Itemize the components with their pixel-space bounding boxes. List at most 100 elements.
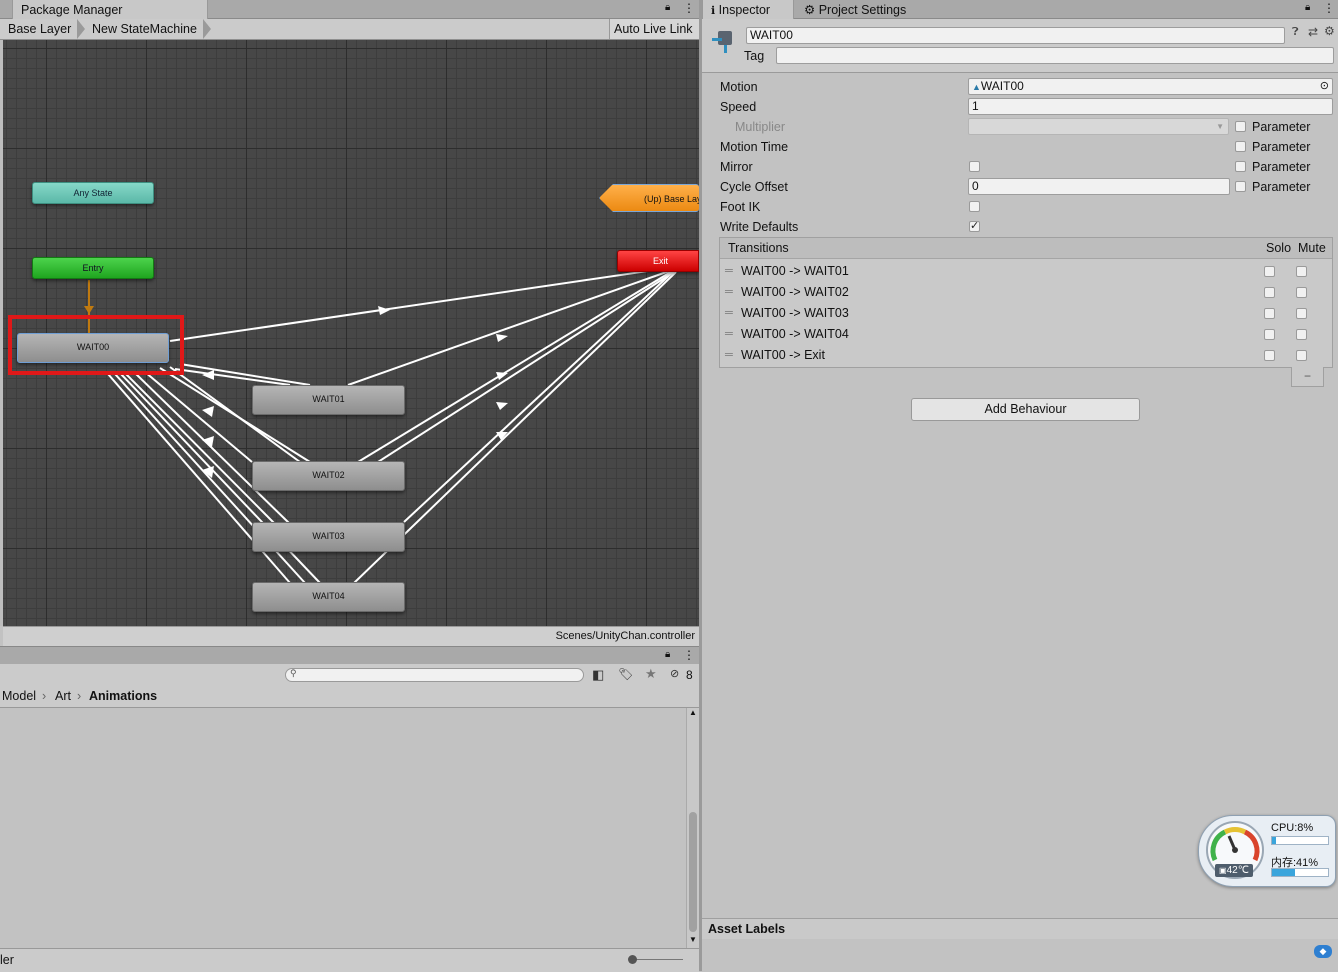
transition-row[interactable]: ═ WAIT00 -> Exit: [720, 345, 1332, 365]
speed-field[interactable]: 1: [968, 98, 1333, 115]
drag-handle-icon[interactable]: ═: [725, 261, 733, 281]
inspector-header: WAIT00 ❓︎ ⇄ ⚙ Tag: [702, 19, 1338, 73]
hidden-count: 8: [686, 668, 693, 682]
zoom-slider[interactable]: [630, 959, 683, 960]
more-menu-icon[interactable]: ⋮: [1323, 1, 1335, 15]
tag-label: Tag: [744, 49, 765, 63]
help-icon[interactable]: ❓︎: [1292, 26, 1299, 39]
line-wait03-exit: [403, 269, 676, 523]
search-input[interactable]: ⚲: [285, 668, 584, 682]
line-wait01-exit: [347, 269, 673, 386]
motion-time-parameter-checkbox[interactable]: [1235, 141, 1246, 152]
mute-checkbox[interactable]: [1296, 287, 1307, 298]
solo-checkbox[interactable]: [1264, 287, 1275, 298]
path-animations[interactable]: Animations: [89, 686, 157, 706]
mute-checkbox[interactable]: [1296, 350, 1307, 361]
drag-handle-icon[interactable]: ═: [725, 324, 733, 344]
mirror-label: Mirror: [720, 160, 753, 174]
mute-checkbox[interactable]: [1296, 266, 1307, 277]
tag-field[interactable]: [776, 47, 1334, 64]
solo-checkbox[interactable]: [1264, 350, 1275, 361]
node-exit[interactable]: Exit: [617, 250, 699, 272]
animation-clip-icon: ▲: [972, 82, 981, 92]
mirror-checkbox[interactable]: [969, 161, 980, 172]
transition-label: WAIT00 -> WAIT02: [741, 285, 849, 299]
hidden-packages-icon[interactable]: ⊘: [670, 667, 679, 680]
drag-handle-icon[interactable]: ═: [725, 282, 733, 302]
motion-field[interactable]: ▲WAIT00 ⊙: [968, 78, 1333, 95]
label-tag-icon[interactable]: ◆: [1314, 945, 1332, 958]
footer-label: ler: [0, 953, 14, 967]
node-any-state[interactable]: Any State: [32, 182, 154, 204]
cycle-offset-field[interactable]: 0: [968, 178, 1230, 195]
mirror-parameter-label: Parameter: [1252, 160, 1311, 174]
zoom-slider-handle[interactable]: [628, 955, 637, 964]
transitions-header-label: Transitions: [728, 241, 789, 255]
foot-ik-checkbox[interactable]: [969, 201, 980, 212]
project-file-area[interactable]: [0, 708, 686, 948]
settings-gear-icon[interactable]: ⚙: [1324, 24, 1335, 38]
lock-icon[interactable]: 🔒︎: [1305, 2, 1310, 13]
multiplier-parameter-checkbox[interactable]: [1235, 121, 1246, 132]
system-monitor-widget[interactable]: ▣42℃ CPU:8% 内存:41%: [1198, 815, 1336, 887]
write-defaults-label: Write Defaults: [720, 220, 799, 234]
node-up-base-layer[interactable]: (Up) Base Lay: [599, 184, 699, 212]
solo-checkbox[interactable]: [1264, 308, 1275, 319]
asset-labels-label: Asset Labels: [708, 922, 786, 936]
path-separator: ›: [42, 689, 47, 703]
favorites-star-icon[interactable]: ★: [645, 666, 657, 682]
monitor-icon: ▣: [1219, 866, 1227, 875]
transition-label: WAIT00 -> WAIT01: [741, 264, 849, 278]
tab-project-settings[interactable]: ⚙ Project Settings: [796, 0, 926, 19]
mute-checkbox[interactable]: [1296, 308, 1307, 319]
asset-labels-bar[interactable]: Asset Labels: [702, 918, 1338, 940]
mute-checkbox[interactable]: [1296, 329, 1307, 340]
node-wait01[interactable]: WAIT01: [252, 385, 405, 415]
transition-row[interactable]: ═ WAIT00 -> WAIT03: [720, 303, 1332, 323]
state-name-field[interactable]: WAIT00: [746, 27, 1285, 44]
line-wait02-exit: [357, 269, 675, 463]
remove-transition-button[interactable]: −: [1291, 367, 1324, 387]
graph-status-bar: Scenes/UnityChan.controller: [3, 626, 699, 646]
drag-handle-icon[interactable]: ═: [725, 303, 733, 323]
filter-by-label-icon[interactable]: 🏷︎: [618, 667, 633, 681]
solo-checkbox[interactable]: [1264, 266, 1275, 277]
object-picker-icon[interactable]: ⊙: [1320, 79, 1329, 94]
gear-icon: ⚙: [804, 3, 816, 17]
node-wait02[interactable]: WAIT02: [252, 461, 405, 491]
node-wait04[interactable]: WAIT04: [252, 582, 405, 612]
mirror-parameter-checkbox[interactable]: [1235, 161, 1246, 172]
path-model[interactable]: Model: [2, 686, 36, 706]
path-art[interactable]: Art: [55, 686, 71, 706]
transition-row[interactable]: ═ WAIT00 -> WAIT01: [720, 261, 1332, 281]
panel-divider[interactable]: [699, 0, 702, 971]
transition-row[interactable]: ═ WAIT00 -> WAIT04: [720, 324, 1332, 344]
multiplier-parameter-label: Parameter: [1252, 120, 1311, 134]
node-wait03[interactable]: WAIT03: [252, 522, 405, 552]
solo-checkbox[interactable]: [1264, 329, 1275, 340]
temperature-value: 42℃: [1226, 865, 1249, 876]
mute-header-label: Mute: [1298, 241, 1326, 255]
tab-project-settings-label: Project Settings: [818, 3, 907, 17]
line-wait00-exit: [169, 266, 676, 342]
memory-bar: [1271, 868, 1329, 877]
presets-icon[interactable]: ⇄: [1308, 25, 1318, 39]
transition-label: WAIT00 -> Exit: [741, 348, 825, 362]
drag-handle-icon[interactable]: ═: [725, 345, 733, 365]
add-behaviour-button[interactable]: Add Behaviour: [911, 398, 1140, 421]
project-path-bar: Model › Art › Animations: [0, 686, 699, 708]
scroll-up-icon[interactable]: ▲: [689, 708, 697, 717]
write-defaults-checkbox[interactable]: [969, 219, 980, 232]
node-entry[interactable]: Entry: [32, 257, 154, 279]
lock-icon[interactable]: 🔒︎: [665, 649, 670, 660]
transition-row[interactable]: ═ WAIT00 -> WAIT02: [720, 282, 1332, 302]
tab-inspector[interactable]: ℹ︎ Inspector: [702, 0, 794, 19]
filter-by-type-icon[interactable]: ◧: [592, 667, 604, 683]
temperature-badge: ▣42℃: [1215, 864, 1253, 877]
scroll-down-icon[interactable]: ▼: [689, 935, 697, 944]
project-scrollbar[interactable]: ▲ ▼: [686, 708, 700, 948]
info-icon: ℹ︎: [711, 5, 716, 17]
more-menu-icon[interactable]: ⋮: [683, 648, 695, 662]
cycle-offset-parameter-checkbox[interactable]: [1235, 181, 1246, 192]
scrollbar-thumb[interactable]: [689, 812, 697, 932]
